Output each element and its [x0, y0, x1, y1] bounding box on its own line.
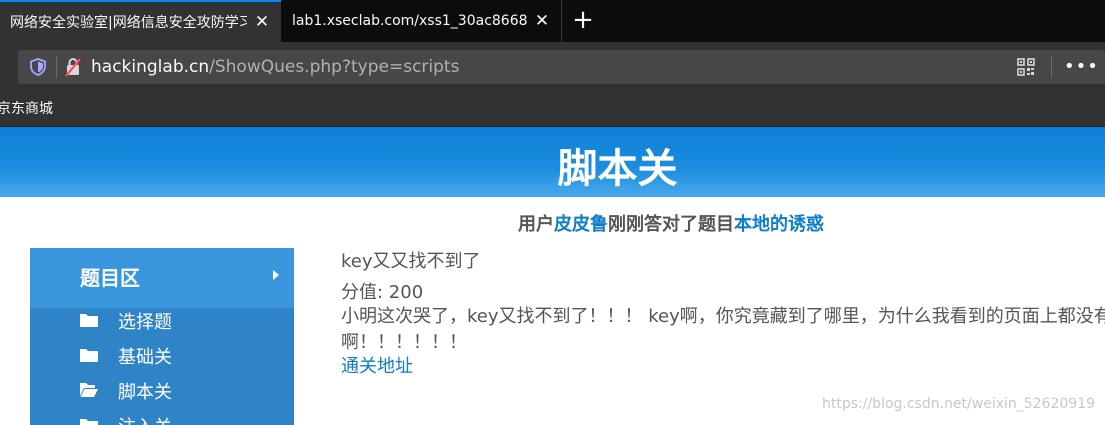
tab-active[interactable]: 网络安全实验室|网络信息安全攻防学习平台 ✕: [0, 0, 281, 42]
sidebar-item-injection[interactable]: 注入关: [30, 410, 294, 425]
sidebar-item-label: 脚本关: [118, 382, 172, 403]
tab-inactive[interactable]: lab1.xseclab.com/xss1_30ac8668cd453e7e38…: [282, 0, 562, 42]
tab-title: 网络安全实验室|网络信息安全攻防学习平台: [10, 15, 247, 31]
insecure-lock-icon[interactable]: [63, 56, 83, 78]
sidebar-item-label: 选择题: [118, 312, 172, 333]
question-description: 小明这次哭了，key又找不到了！！！ key啊，你究竟藏到了哪里，为什么我看到的…: [341, 306, 1105, 327]
sidebar: 题目区 选择题 基础关 脚本关 注入关: [30, 248, 294, 425]
new-tab-button[interactable]: +: [568, 0, 598, 42]
notice-middle: 刚刚答对了题目: [608, 214, 734, 235]
notice-prefix: 用户: [518, 214, 554, 235]
folder-icon: [80, 349, 98, 362]
sidebar-item-label: 基础关: [118, 347, 172, 368]
tab-title: lab1.xseclab.com/xss1_30ac8668cd453e7e38…: [292, 13, 527, 29]
folder-open-icon: [80, 383, 98, 397]
close-icon[interactable]: ✕: [253, 12, 271, 32]
divider: [56, 56, 57, 78]
sidebar-heading-label: 题目区: [80, 266, 140, 290]
url-text[interactable]: hackinglab.cn/ShowQues.php?type=scripts: [91, 50, 459, 84]
more-icon[interactable]: •••: [1064, 50, 1099, 84]
notice-user[interactable]: 皮皮鲁: [554, 214, 608, 235]
url-bar[interactable]: hackinglab.cn/ShowQues.php?type=scripts …: [18, 50, 1105, 84]
question-score: 分值: 200: [341, 282, 424, 303]
folder-icon: [80, 419, 98, 425]
sidebar-item-label: 注入关: [118, 410, 172, 425]
bookmark-jd[interactable]: 京东商城: [0, 92, 53, 126]
shield-icon[interactable]: [28, 57, 48, 77]
question-title: key又又找不到了: [341, 251, 481, 272]
page-banner: 脚本关: [0, 127, 1105, 197]
question-description-end: 啊！！！！！！: [341, 332, 467, 353]
bookmarks-toolbar: 京东商城: [0, 92, 1105, 127]
notice-question[interactable]: 本地的诱惑: [734, 214, 824, 235]
tab-bar: 网络安全实验室|网络信息安全攻防学习平台 ✕ lab1.xseclab.com/…: [0, 0, 1105, 42]
qr-code-icon[interactable]: [1016, 57, 1036, 77]
sidebar-item-basic[interactable]: 基础关: [30, 340, 294, 375]
url-path: /ShowQues.php?type=scripts: [209, 57, 460, 77]
challenge-link[interactable]: 通关地址: [341, 355, 413, 379]
chevron-right-icon: [273, 270, 279, 280]
url-host: hackinglab.cn: [91, 57, 210, 77]
close-icon[interactable]: ✕: [533, 11, 551, 31]
sidebar-heading[interactable]: 题目区: [30, 248, 294, 308]
watermark: https://blog.csdn.net/weixin_52620919: [822, 396, 1096, 412]
answer-notice: 用户皮皮鲁刚刚答对了题目本地的诱惑: [0, 210, 1105, 236]
sidebar-item-scripts[interactable]: 脚本关: [30, 375, 294, 410]
divider: [1051, 56, 1052, 78]
folder-icon: [80, 314, 98, 327]
sidebar-item-choice[interactable]: 选择题: [30, 305, 294, 340]
page-title: 脚本关: [557, 146, 678, 192]
navigation-toolbar: hackinglab.cn/ShowQues.php?type=scripts …: [0, 42, 1105, 92]
